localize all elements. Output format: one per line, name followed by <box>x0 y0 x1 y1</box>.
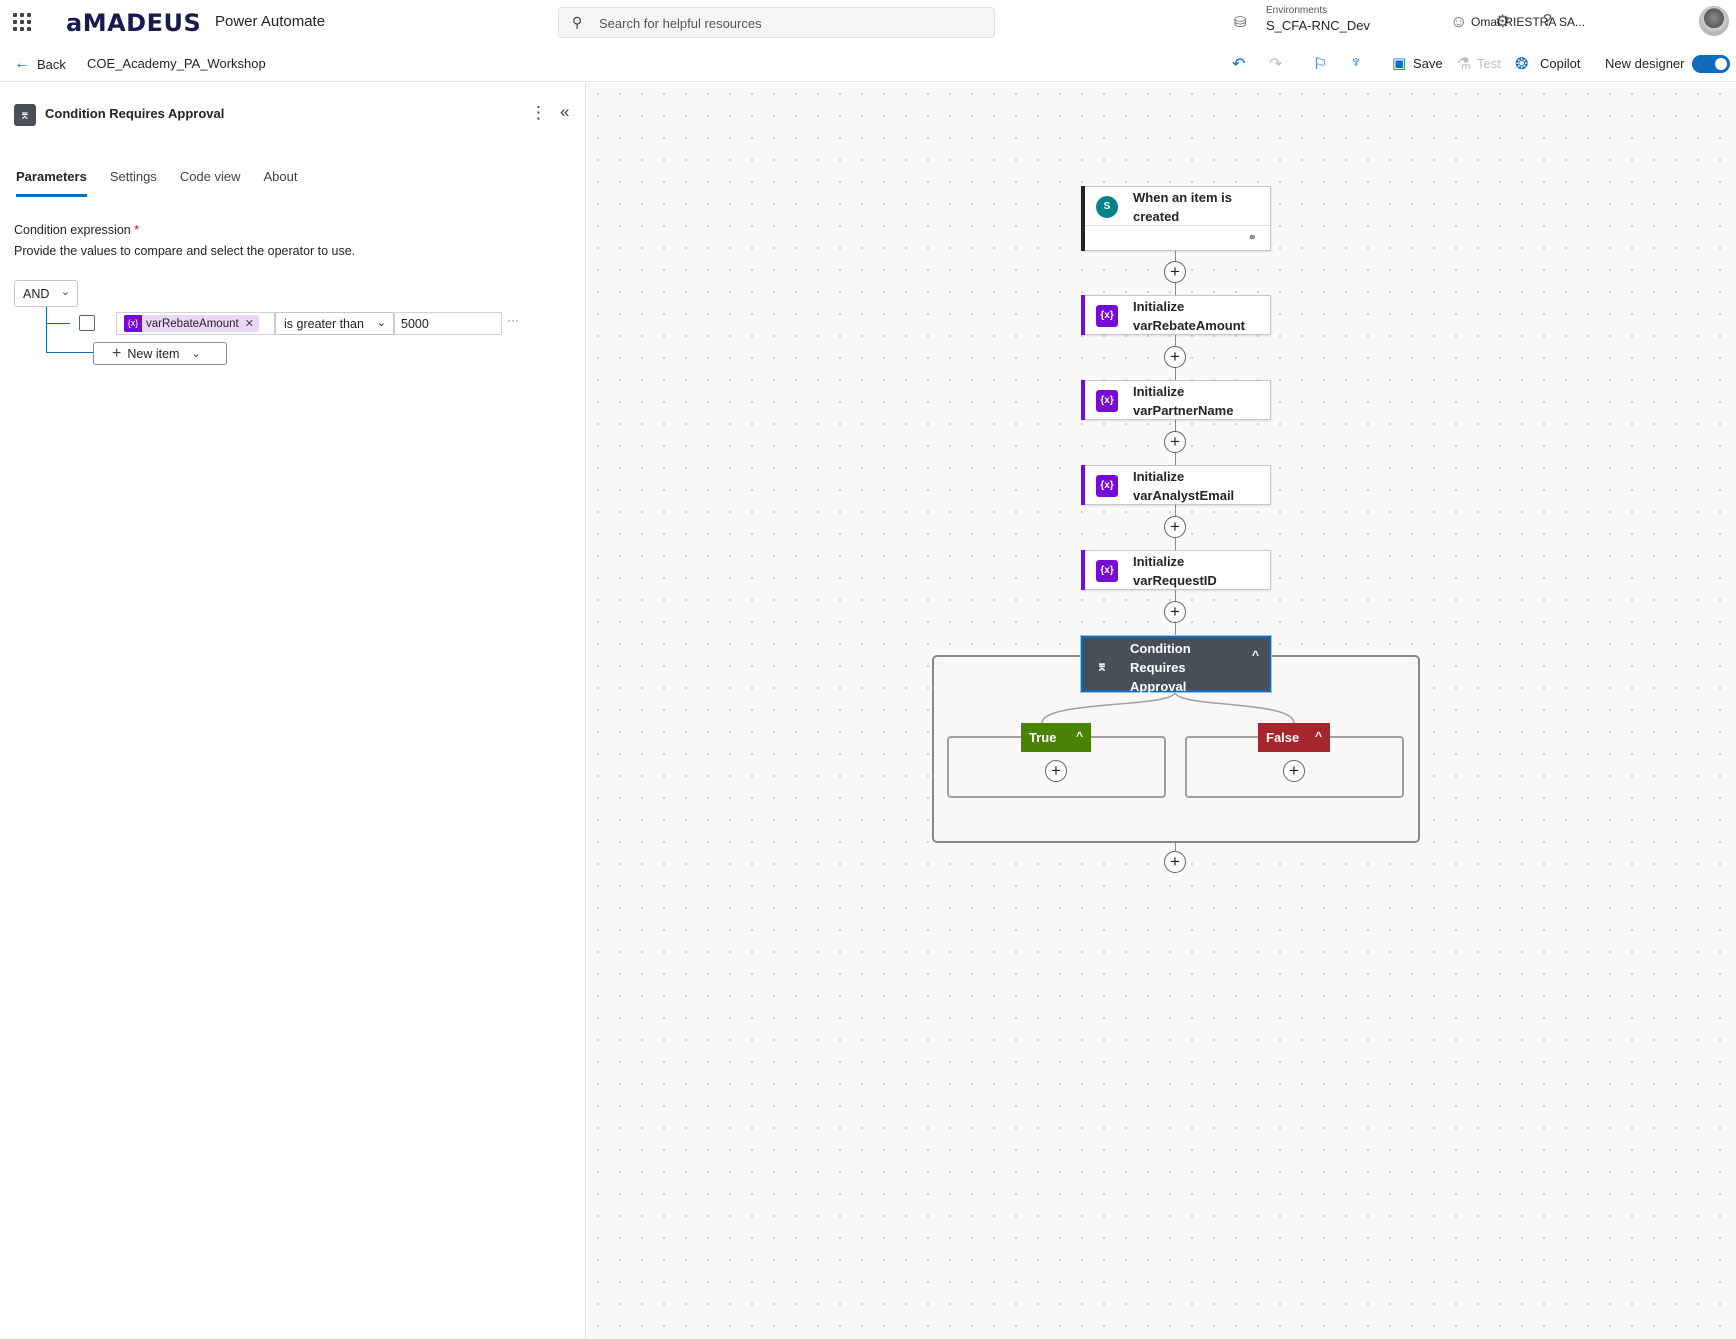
condition-line2: Requires <box>1130 660 1186 675</box>
branch-connectors <box>1041 691 1295 724</box>
add-action-button[interactable]: + <box>1164 851 1186 873</box>
chevron-up-icon[interactable]: ^ <box>1315 729 1322 743</box>
true-label: True <box>1029 730 1057 745</box>
true-branch-header[interactable]: True ^ <box>1021 723 1091 752</box>
condition-line3: Approval <box>1130 679 1187 694</box>
chevron-up-icon[interactable]: ^ <box>1252 648 1259 662</box>
condition-label: Condition Requires Approval <box>1130 639 1191 696</box>
add-action-true-button[interactable]: + <box>1045 760 1067 782</box>
condition-line1: Condition <box>1130 641 1191 656</box>
condition-icon: ⌆ <box>1096 658 1108 674</box>
false-branch-header[interactable]: False ^ <box>1258 723 1330 752</box>
condition-card[interactable]: ⌆ Condition Requires Approval ^ <box>1081 636 1271 694</box>
add-action-false-button[interactable]: + <box>1283 760 1305 782</box>
chevron-up-icon[interactable]: ^ <box>1076 729 1083 743</box>
false-label: False <box>1266 730 1300 745</box>
